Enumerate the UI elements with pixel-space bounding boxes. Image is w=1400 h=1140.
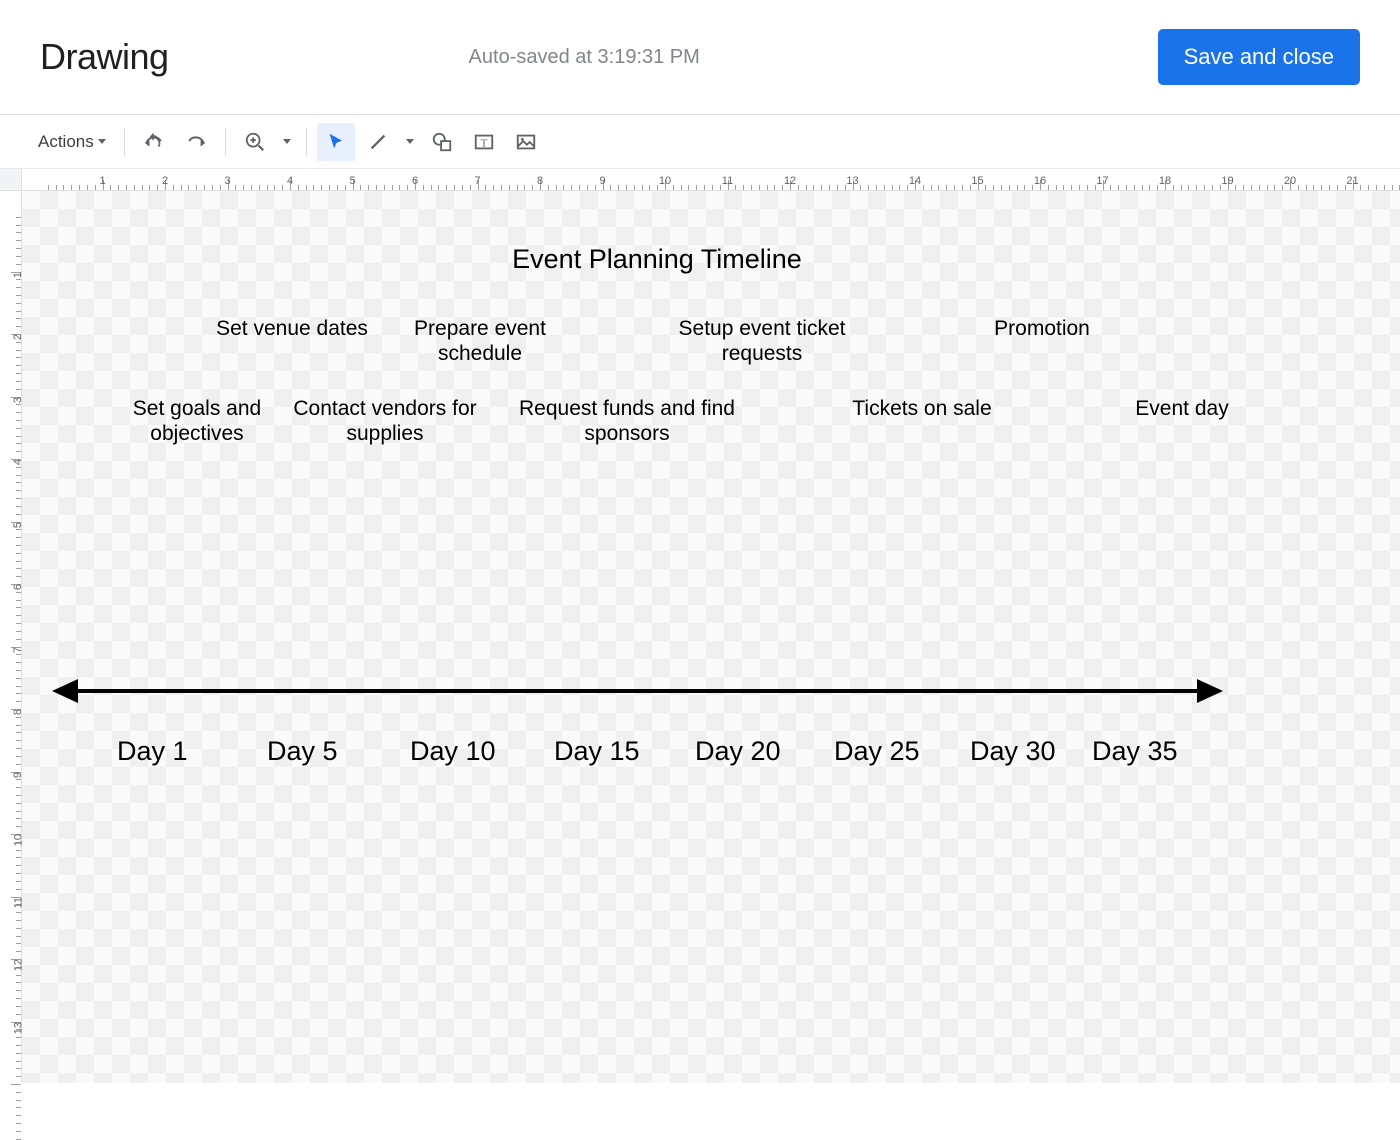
toolbar-separator	[225, 128, 226, 156]
day-label[interactable]: Day 1	[117, 736, 188, 767]
ruler-number: 18	[1159, 175, 1171, 187]
chevron-down-icon	[283, 139, 291, 144]
ruler-number: 6	[412, 175, 418, 187]
ruler-number: 12	[12, 959, 24, 971]
chevron-down-icon	[98, 139, 106, 144]
ruler-number: 5	[12, 522, 24, 528]
zoom-dropdown[interactable]	[278, 123, 296, 161]
timeline-label[interactable]: Prepare event schedule	[390, 316, 570, 366]
dialog-title: Drawing	[40, 36, 169, 78]
day-label[interactable]: Day 25	[834, 736, 920, 767]
select-tool-button[interactable]	[317, 123, 355, 161]
ruler-number: 21	[1346, 175, 1358, 187]
line-tool-button[interactable]	[359, 123, 397, 161]
ruler-number: 5	[349, 175, 355, 187]
ruler-number: 1	[99, 175, 105, 187]
save-and-close-button[interactable]: Save and close	[1158, 29, 1360, 85]
ruler-number: 11	[722, 175, 733, 187]
ruler-number: 9	[12, 772, 24, 778]
ruler-number: 2	[162, 175, 168, 187]
textbox-icon: T	[473, 131, 495, 153]
timeline-arrow[interactable]	[77, 689, 1197, 693]
ruler-number: 12	[784, 175, 796, 187]
dialog-header: Drawing Auto-saved at 3:19:31 PM Save an…	[0, 0, 1400, 115]
day-label[interactable]: Day 10	[410, 736, 496, 767]
canvas-viewport[interactable]: Event Planning Timeline Set venue dates …	[22, 191, 1400, 1083]
ruler-number: 19	[1221, 175, 1233, 187]
ruler-number: 8	[537, 175, 543, 187]
ruler-number: 8	[12, 709, 24, 715]
ruler-number: 17	[1096, 175, 1108, 187]
ruler-corner	[0, 169, 22, 191]
timeline-label[interactable]: Event day	[1082, 396, 1282, 421]
ruler-number: 4	[12, 459, 24, 465]
toolbar-separator	[124, 128, 125, 156]
actions-menu-button[interactable]: Actions	[30, 123, 114, 161]
redo-icon	[185, 131, 207, 153]
shape-icon	[431, 131, 453, 153]
shape-tool-button[interactable]	[423, 123, 461, 161]
arrow-head-left	[52, 679, 78, 703]
drawing-toolbar: Actions T	[0, 115, 1400, 169]
drawing-canvas[interactable]: Event Planning Timeline Set venue dates …	[22, 191, 1400, 1083]
day-label[interactable]: Day 35	[1092, 736, 1178, 767]
ruler-number: 13	[12, 1022, 24, 1034]
line-tool-dropdown[interactable]	[401, 123, 419, 161]
zoom-in-icon	[244, 131, 266, 153]
timeline-label[interactable]: Setup event ticket requests	[662, 316, 862, 366]
zoom-button[interactable]	[236, 123, 274, 161]
svg-text:T: T	[480, 137, 487, 149]
ruler-number: 11	[12, 897, 24, 908]
chevron-down-icon	[406, 139, 414, 144]
actions-label: Actions	[38, 132, 94, 152]
ruler-number: 6	[12, 584, 24, 590]
timeline-label[interactable]: Set venue dates	[212, 316, 372, 341]
ruler-number: 7	[12, 647, 24, 653]
image-tool-button[interactable]	[507, 123, 545, 161]
ruler-number: 7	[474, 175, 480, 187]
autosave-status: Auto-saved at 3:19:31 PM	[469, 46, 700, 69]
ruler-number: 20	[1284, 175, 1296, 187]
timeline-label[interactable]: Request funds and find sponsors	[512, 396, 742, 446]
timeline-label[interactable]: Promotion	[952, 316, 1132, 341]
ruler-number: 3	[224, 175, 230, 187]
ruler-number: 10	[659, 175, 671, 187]
day-label[interactable]: Day 5	[267, 736, 338, 767]
ruler-number: 15	[971, 175, 983, 187]
ruler-number: 16	[1034, 175, 1046, 187]
timeline-label[interactable]: Contact vendors for supplies	[275, 396, 495, 446]
redo-button[interactable]	[177, 123, 215, 161]
line-icon	[367, 131, 389, 153]
ruler-number: 14	[909, 175, 921, 187]
canvas-title-text[interactable]: Event Planning Timeline	[482, 243, 832, 275]
day-label[interactable]: Day 30	[970, 736, 1056, 767]
day-label[interactable]: Day 15	[554, 736, 640, 767]
day-label[interactable]: Day 20	[695, 736, 781, 767]
arrow-head-right	[1197, 679, 1223, 703]
ruler-number: 1	[12, 272, 24, 278]
ruler-number: 4	[287, 175, 293, 187]
toolbar-separator	[306, 128, 307, 156]
textbox-tool-button[interactable]: T	[465, 123, 503, 161]
image-icon	[515, 131, 537, 153]
timeline-label[interactable]: Set goals and objectives	[97, 396, 297, 446]
undo-icon	[143, 131, 165, 153]
undo-button[interactable]	[135, 123, 173, 161]
vertical-ruler[interactable]: 12345678910111213	[0, 191, 22, 1083]
horizontal-ruler[interactable]: 123456789101112131415161718192021	[22, 169, 1400, 191]
ruler-number: 10	[12, 834, 24, 846]
ruler-number: 13	[846, 175, 858, 187]
ruler-number: 2	[12, 334, 24, 340]
ruler-number: 3	[12, 397, 24, 403]
cursor-icon	[325, 131, 347, 153]
ruler-number: 9	[599, 175, 605, 187]
timeline-label[interactable]: Tickets on sale	[822, 396, 1022, 421]
